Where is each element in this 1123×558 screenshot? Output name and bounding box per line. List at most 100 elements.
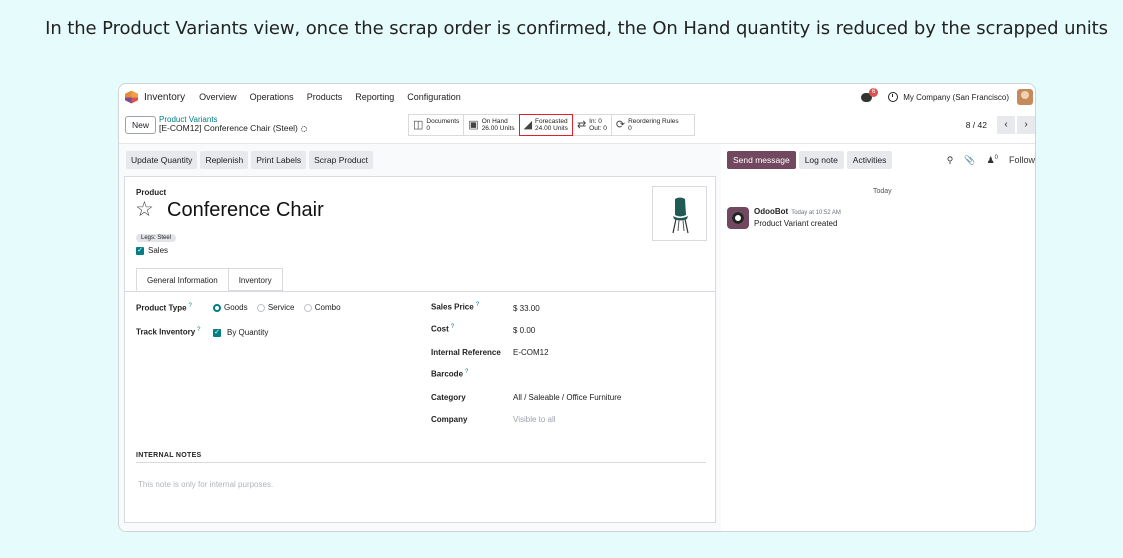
internal-reference-label: Internal Reference [431, 348, 501, 357]
top-navbar: Inventory Overview Operations Products R… [119, 84, 1035, 110]
activities-button[interactable]: Activities [846, 151, 893, 169]
cost-field[interactable]: $ 0.00 [513, 326, 535, 335]
on-hand-button[interactable]: ▣ On Hand 26.00 Units [463, 114, 520, 136]
out-value: Out: 0 [589, 125, 607, 132]
user-avatar[interactable] [1017, 89, 1033, 105]
category-field[interactable]: All / Saleable / Office Furniture [513, 393, 621, 402]
cubes-icon: ▣ [468, 118, 479, 131]
message-time: Today at 10:52 AM [791, 210, 841, 216]
menu-overview[interactable]: Overview [199, 92, 237, 102]
odoobot-avatar [727, 207, 749, 229]
goods-label[interactable]: Goods [224, 303, 248, 312]
reordering-label: Reordering Rules [628, 118, 679, 125]
menu-configuration[interactable]: Configuration [407, 92, 461, 102]
caption: In the Product Variants view, once the s… [45, 18, 1108, 39]
category-row: Category [431, 393, 466, 402]
barcode-label: Barcode [431, 369, 464, 379]
favorite-star-icon[interactable]: ☆ [135, 197, 154, 222]
gear-icon[interactable] [300, 125, 307, 132]
help-icon[interactable]: ? [189, 303, 192, 309]
pager-previous-icon[interactable]: ‹ [997, 116, 1015, 134]
paperclip-icon[interactable]: 📎 [964, 155, 975, 166]
sales-checkbox[interactable]: ✓ Sales [136, 246, 168, 255]
product-type-row: Product Type? [136, 303, 192, 313]
pager-next-icon[interactable]: › [1017, 116, 1035, 134]
replenish-button[interactable]: Replenish [200, 151, 249, 169]
combo-label[interactable]: Combo [315, 303, 341, 312]
category-label: Category [431, 393, 466, 402]
product-name[interactable]: Conference Chair [167, 199, 324, 222]
scrap-product-button[interactable]: Scrap Product [309, 151, 374, 169]
help-icon[interactable]: ? [476, 302, 479, 308]
sales-price-label: Sales Price [431, 302, 474, 312]
cost-row: Cost? [431, 324, 454, 334]
app-name[interactable]: Inventory [144, 92, 185, 103]
track-inventory-label: Track Inventory [136, 327, 196, 337]
documents-button[interactable]: ◫ Documents 0 [408, 114, 465, 136]
track-inventory-row: Track Inventory? [136, 327, 200, 337]
chatter-toolbar: ⚲ 📎 ♟0 Follow [936, 151, 1035, 169]
followers-icon[interactable]: ♟0 [987, 155, 998, 166]
checkbox-checked-icon: ✓ [213, 328, 221, 337]
send-message-button[interactable]: Send message [727, 151, 796, 169]
barcode-row: Barcode? [431, 369, 468, 379]
date-separator: Today [873, 188, 892, 195]
track-inventory-value[interactable]: By Quantity [227, 328, 268, 337]
reordering-rules-button[interactable]: ⟳ Reordering Rules 0 [610, 114, 695, 136]
product-image[interactable] [652, 186, 707, 241]
area-chart-icon: ◢ [523, 118, 533, 131]
activity-clock-icon[interactable] [888, 92, 899, 102]
menu-reporting[interactable]: Reporting [355, 92, 394, 102]
form-tabs: General Information Inventory [136, 268, 283, 291]
pager: 8 / 42 ‹ › [966, 116, 1035, 134]
forecasted-button[interactable]: ◢ Forecasted 24.00 Units [518, 114, 573, 136]
follow-button[interactable]: Follow [1009, 155, 1035, 165]
tab-inventory[interactable]: Inventory [227, 268, 283, 291]
new-button[interactable]: New [125, 116, 156, 134]
on-hand-label: On Hand [481, 118, 508, 125]
messages-badge: 6 [869, 87, 879, 97]
search-icon[interactable]: ⚲ [947, 155, 954, 166]
pager-value[interactable]: 8 / 42 [966, 120, 987, 130]
internal-reference-row: Internal Reference [431, 348, 501, 357]
internal-notes-heading: INTERNAL NOTES [136, 452, 202, 459]
help-icon[interactable]: ? [197, 327, 200, 333]
reordering-value: 0 [628, 125, 632, 132]
menu-operations[interactable]: Operations [250, 92, 294, 102]
menu-products[interactable]: Products [307, 92, 343, 102]
breadcrumb: Product Variants [E-COM12] Conference Ch… [159, 115, 307, 133]
product-label: Product [136, 188, 167, 197]
exchange-icon: ⇄ [576, 118, 587, 131]
company-field[interactable]: Visible to all [513, 415, 556, 424]
company-label: Company [431, 415, 468, 424]
control-panel: New Product Variants [E-COM12] Conferenc… [119, 110, 1035, 140]
in-out-button[interactable]: ⇄ In: 0 Out: 0 [571, 114, 612, 136]
company-switcher[interactable]: My Company (San Francisco) [903, 93, 1009, 102]
messages-icon[interactable]: 6 [861, 87, 879, 102]
radio-goods[interactable] [213, 303, 221, 312]
track-inventory-field[interactable]: ✓ By Quantity [213, 328, 268, 337]
radio-service[interactable] [256, 303, 265, 312]
print-labels-button[interactable]: Print Labels [251, 151, 307, 169]
help-icon[interactable]: ? [451, 324, 454, 330]
sales-price-row: Sales Price? [431, 302, 479, 312]
product-type-options: Goods Service Combo [213, 303, 341, 312]
app-logo-icon[interactable] [125, 90, 138, 104]
log-note-button[interactable]: Log note [798, 151, 844, 169]
barcode-field[interactable] [513, 371, 663, 381]
update-quantity-button[interactable]: Update Quantity [126, 151, 198, 169]
internal-reference-field[interactable]: E-COM12 [513, 348, 549, 357]
action-buttons: Update Quantity Replenish Print Labels S… [126, 151, 374, 169]
chair-icon [672, 197, 689, 234]
notes-divider [136, 462, 706, 463]
service-label[interactable]: Service [268, 303, 295, 312]
internal-notes-field[interactable]: This note is only for internal purposes. [138, 480, 273, 489]
tab-general-information[interactable]: General Information [136, 268, 229, 291]
breadcrumb-current: [E-COM12] Conference Chair (Steel) [159, 123, 298, 133]
radio-combo[interactable] [303, 303, 312, 312]
product-type-label: Product Type [136, 303, 187, 313]
help-icon[interactable]: ? [465, 369, 468, 375]
company-row: Company [431, 415, 467, 424]
sales-price-field[interactable]: $ 33.00 [513, 304, 540, 313]
forecasted-value: 24.00 Units [535, 125, 568, 132]
